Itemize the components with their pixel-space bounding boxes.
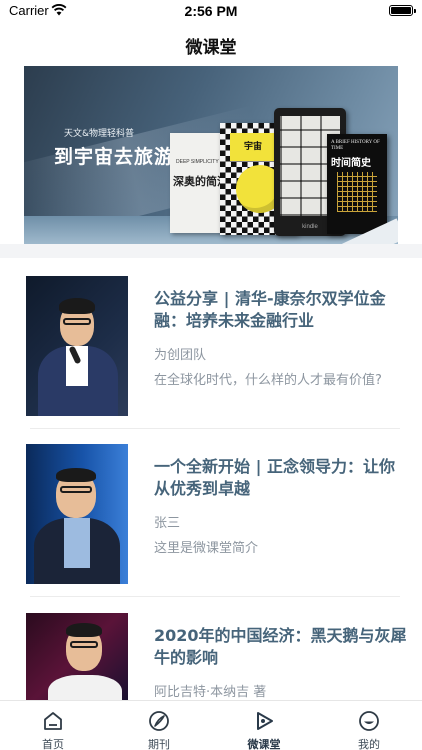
course-thumbnail [26, 613, 128, 700]
promo-banner[interactable]: 天文&物理轻科普 到宇宙去旅游 DEEP SIMPLICITY 深奥的简洁 宇宙… [24, 66, 398, 244]
book-title-en: A BRIEF HISTORY OF TIME [331, 140, 380, 151]
home-icon [44, 712, 62, 730]
tab-label: 首页 [42, 738, 64, 750]
tab-label: 微课堂 [247, 738, 281, 750]
page-title: 微课堂 [185, 38, 237, 58]
course-title: 2020年的中国经济：黑天鹅与灰犀牛的影响 [154, 626, 407, 667]
journal-icon [149, 711, 169, 731]
speaker-figure [26, 276, 128, 416]
book-cover-grid [337, 172, 377, 212]
course-author: 阿比吉特·本纳吉 著 [154, 685, 267, 700]
play-icon [257, 712, 273, 730]
course-author: 张三 [154, 516, 181, 531]
tab-profile[interactable]: 我的 [316, 701, 422, 750]
tab-home[interactable]: 首页 [0, 701, 106, 750]
course-title: 公益分享 | 清华-康奈尔双学位金融：培养未来金融行业 [154, 289, 386, 330]
course-thumbnail [26, 276, 128, 416]
banner-subtitle: 天文&物理轻科普 [64, 129, 135, 139]
course-description: 这里是微课堂简介 [154, 541, 259, 556]
book-brief-history: A BRIEF HISTORY OF TIME 时间简史 [327, 134, 387, 234]
book-title-cn: 时间简史 [331, 158, 371, 169]
banner-headline: 到宇宙去旅游 [54, 146, 175, 168]
row-separator [30, 596, 400, 597]
course-card[interactable]: 公益分享 | 清华-康奈尔双学位金融：培养未来金融行业 为创团队 在全球化时代，… [0, 276, 422, 444]
profile-icon [359, 711, 379, 731]
speaker-figure [26, 444, 128, 584]
row-separator [30, 428, 400, 429]
tab-journal[interactable]: 期刊 [106, 701, 212, 750]
tab-bar: 首页 期刊 微课堂 我的 [0, 700, 422, 750]
speaker-figure [26, 613, 128, 700]
status-time: 2:56 PM [184, 3, 238, 19]
course-description: 在全球化时代，什么样的人才最有价值? [154, 373, 382, 388]
tab-micro-class[interactable]: 微课堂 [211, 701, 317, 750]
tab-label: 期刊 [148, 738, 170, 750]
course-card[interactable]: 一个全新开始 | 正念领导力：让你从优秀到卓越 张三 这里是微课堂简介 [0, 444, 422, 612]
section-divider [0, 244, 422, 258]
course-author: 为创团队 [154, 348, 207, 363]
battery-icon [389, 5, 416, 16]
status-bar: Carrier 2:56 PM [0, 0, 422, 22]
book-checkered-label: 宇宙 [230, 133, 276, 161]
tab-label: 我的 [358, 738, 380, 750]
course-title: 一个全新开始 | 正念领导力：让你从优秀到卓越 [154, 457, 395, 498]
course-thumbnail [26, 444, 128, 584]
book-title-en: DEEP SIMPLICITY [176, 159, 219, 165]
